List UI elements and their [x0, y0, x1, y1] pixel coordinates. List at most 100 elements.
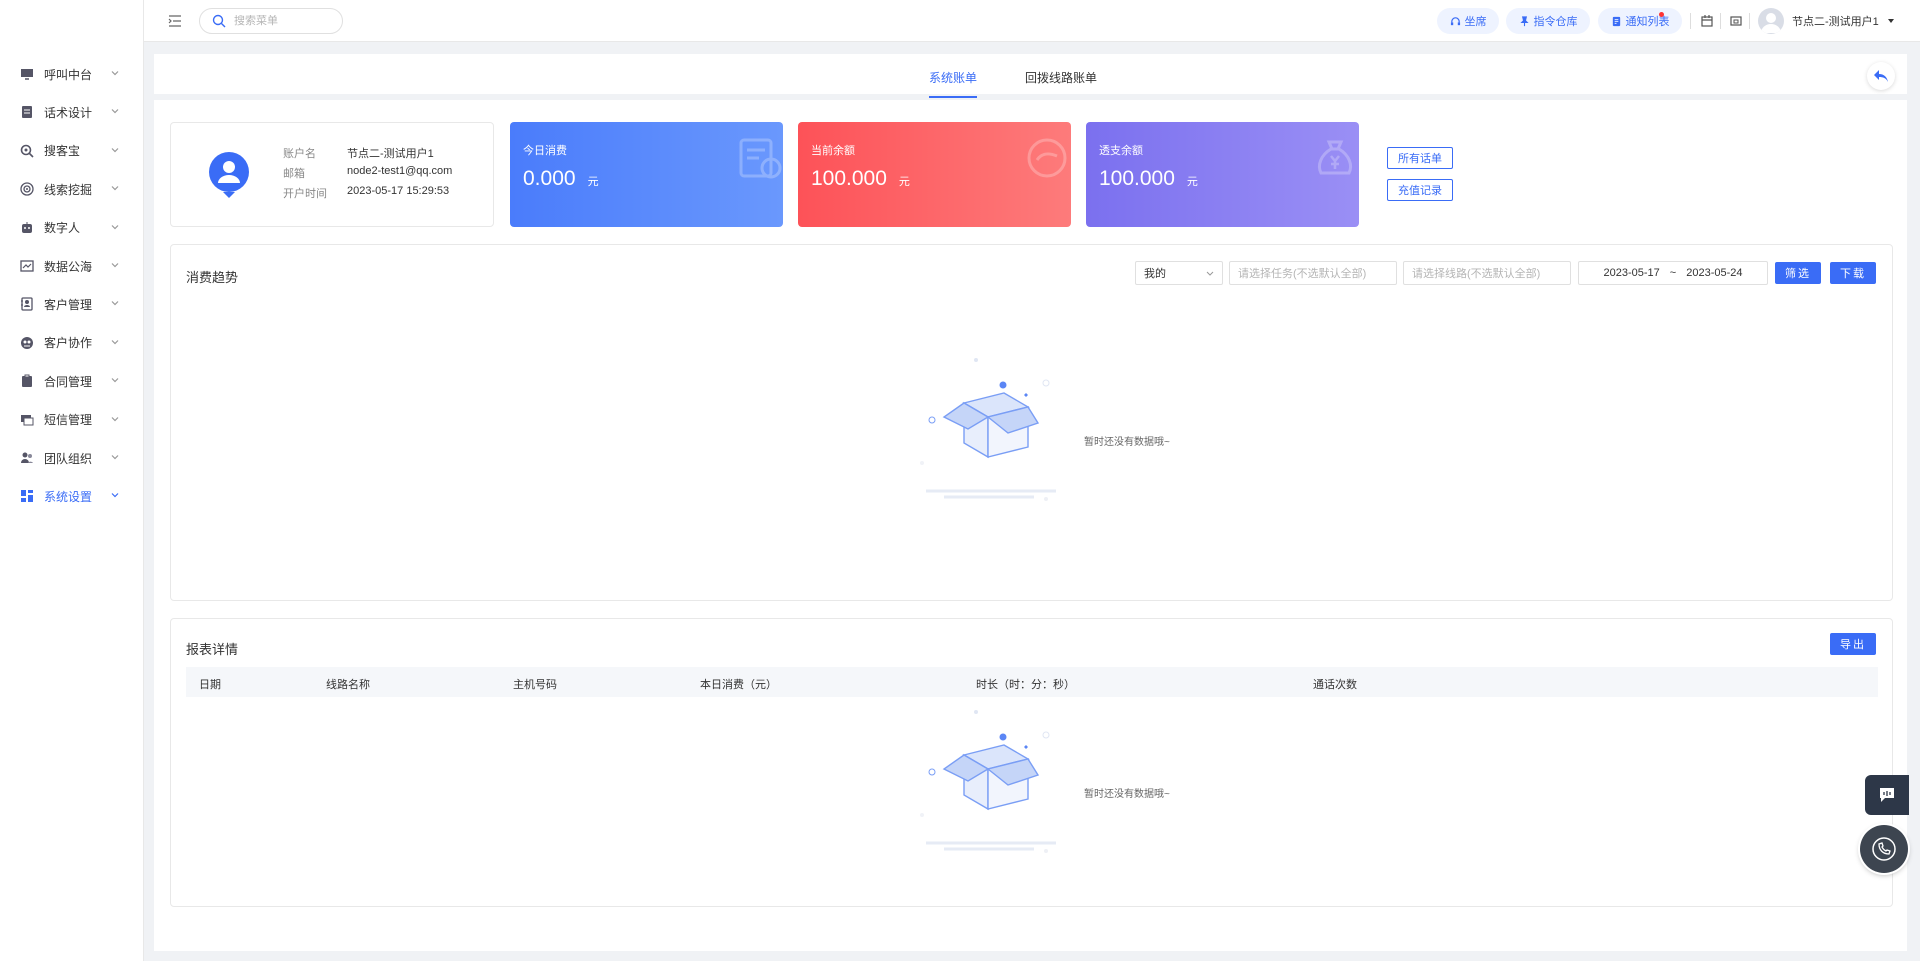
sidebar-item-5[interactable]: 数据公海: [0, 247, 144, 285]
fullscreen-icon[interactable]: [1729, 14, 1743, 28]
seat-label: 坐席: [1464, 16, 1487, 28]
sidebar-item-3[interactable]: 线索挖掘: [0, 170, 144, 208]
empty-box-illustration: [920, 358, 1056, 501]
sidebar-item-0[interactable]: 呼叫中台: [0, 55, 144, 93]
calendar-icon[interactable]: [1700, 14, 1714, 28]
headset-icon: [1450, 16, 1460, 25]
chevron-down-icon: [111, 186, 119, 191]
menu-collapse-icon[interactable]: [167, 13, 183, 29]
chevron-down-icon: [111, 416, 119, 421]
seat-button[interactable]: 坐席: [1437, 8, 1499, 34]
sidebar-item-label: 呼叫中台: [44, 67, 93, 82]
sidebar-item-label: 合同管理: [44, 374, 93, 389]
date-separator: ~: [1669, 267, 1677, 279]
back-button[interactable]: [1867, 62, 1895, 90]
currency-unit: 元: [587, 176, 599, 188]
message-icon: [20, 413, 34, 427]
user-icon: [1761, 13, 1781, 33]
current-balance-value-row: 100.000 元: [811, 167, 910, 191]
command-warehouse-label: 指令仓库: [1533, 16, 1578, 28]
today-consumption-value: 0.000: [523, 167, 576, 190]
account-email-value: node2-test1@qq.com: [347, 165, 453, 177]
chevron-down-icon: [111, 263, 119, 268]
user-avatar: [1758, 8, 1784, 34]
download-button[interactable]: 下载: [1830, 262, 1876, 284]
user-menu[interactable]: 节点二-测试用户1: [1758, 7, 1895, 35]
collaborate-icon: [20, 336, 34, 350]
bill-icon: [739, 138, 782, 179]
sidebar-item-label: 客户管理: [44, 297, 93, 312]
sidebar-item-label: 短信管理: [44, 413, 93, 428]
chevron-down-icon: [1206, 271, 1214, 276]
caret-down-icon: [1887, 19, 1894, 23]
report-details-title: 报表详情: [186, 642, 239, 657]
chevron-down-icon: [111, 147, 119, 153]
account-name-label: 账户名: [283, 148, 316, 160]
sidebar-item-label: 数字人: [44, 221, 81, 236]
overdraft-balance-value-row: 100.000 元: [1099, 167, 1198, 191]
chart-icon: [20, 259, 34, 273]
chevron-down-icon: [111, 71, 119, 76]
column-header-2: 主机号码: [513, 679, 557, 691]
money-bag-icon: [1317, 140, 1353, 175]
currency-unit: 元: [898, 176, 910, 188]
chevron-down-icon: [111, 493, 119, 498]
export-button[interactable]: 导出: [1830, 633, 1876, 655]
chat-widget-button[interactable]: [1865, 775, 1909, 815]
empty-box-illustration: [920, 710, 1056, 853]
account-name-value: 节点二-测试用户1: [347, 148, 434, 160]
recharge-records-button[interactable]: 充值记录: [1387, 179, 1453, 201]
sidebar-item-4[interactable]: 数字人: [0, 209, 144, 247]
scope-select[interactable]: 我的: [1135, 261, 1223, 285]
phone-widget-button[interactable]: [1860, 825, 1908, 873]
sidebar-item-7[interactable]: 客户协作: [0, 324, 144, 362]
filter-button[interactable]: 筛选: [1775, 262, 1821, 284]
report-details-panel: 报表详情 导出 日期 线路名称 主机号码 本日消费（元） 时长（时：分：秒） 通话次数 暂…: [170, 618, 1893, 907]
account-name-row: 账户名 节点二-测试用户1: [283, 145, 434, 161]
menu-search-input[interactable]: [234, 15, 334, 27]
sidebar-item-label: 团队组织: [44, 451, 93, 466]
chevron-down-icon: [111, 301, 119, 306]
current-balance-value: 100.000: [811, 167, 887, 190]
sidebar-item-11[interactable]: 系统设置: [0, 477, 144, 515]
sidebar-item-2[interactable]: 搜客宝: [0, 132, 144, 170]
menu-search[interactable]: [199, 8, 343, 34]
sidebar-item-label: 话术设计: [44, 105, 93, 120]
scope-select-value: 我的: [1144, 268, 1166, 280]
chevron-down-icon: [111, 378, 119, 383]
sidebar-item-label: 系统设置: [44, 489, 93, 504]
divider: [1720, 13, 1721, 29]
account-email-row: 邮箱 node2-test1@qq.com: [283, 165, 452, 181]
tab-callback-line-bill[interactable]: 回拨线路账单: [1025, 69, 1097, 96]
notice-list-button[interactable]: 通知列表: [1598, 8, 1682, 34]
sidebar: 呼叫中台话术设计搜客宝 线索挖掘数字人数据公海客户管理客户协作合同管理短信管理团队…: [0, 0, 144, 961]
sidebar-item-6[interactable]: 客户管理: [0, 285, 144, 323]
sidebar-item-1[interactable]: 话术设计: [0, 93, 144, 131]
consumption-trend-panel: 消费趋势 我的 请选择任务(不选默认全部) 请选择线路(不选默认全部) 2023…: [170, 244, 1893, 601]
today-consumption-card: 今日消费 0.000 元: [510, 122, 783, 227]
sidebar-item-9[interactable]: 短信管理: [0, 401, 144, 439]
notification-dot: [1659, 12, 1664, 17]
column-header-5: 通话次数: [1313, 679, 1357, 691]
target-icon: [20, 182, 34, 196]
all-bills-button[interactable]: 所有话单: [1387, 147, 1453, 169]
task-select[interactable]: 请选择任务(不选默认全部): [1229, 261, 1397, 285]
sidebar-item-8[interactable]: 合同管理: [0, 362, 144, 400]
divider: [1749, 13, 1750, 29]
sidebar-item-label: 数据公海: [44, 259, 93, 274]
clipboard-icon: [20, 374, 34, 388]
tab-system-bill[interactable]: 系统账单: [929, 69, 978, 98]
date-range-picker[interactable]: 2023-05-17 ~ 2023-05-24: [1578, 261, 1768, 285]
command-warehouse-button[interactable]: 指令仓库: [1506, 8, 1590, 34]
divider: [1690, 13, 1691, 29]
pin-icon: [1519, 15, 1529, 26]
today-consumption-title: 今日消费: [523, 145, 567, 157]
monitor-icon: [20, 67, 34, 81]
line-select[interactable]: 请选择线路(不选默认全部): [1403, 261, 1571, 285]
current-balance-title: 当前余额: [811, 145, 855, 157]
overdraft-balance-card: 透支余额 100.000 元: [1086, 122, 1359, 227]
sidebar-item-10[interactable]: 团队组织: [0, 439, 144, 477]
chat-icon: [1880, 788, 1894, 802]
back-arrow-icon: [1874, 70, 1888, 82]
phone-support-icon: [1872, 837, 1896, 861]
